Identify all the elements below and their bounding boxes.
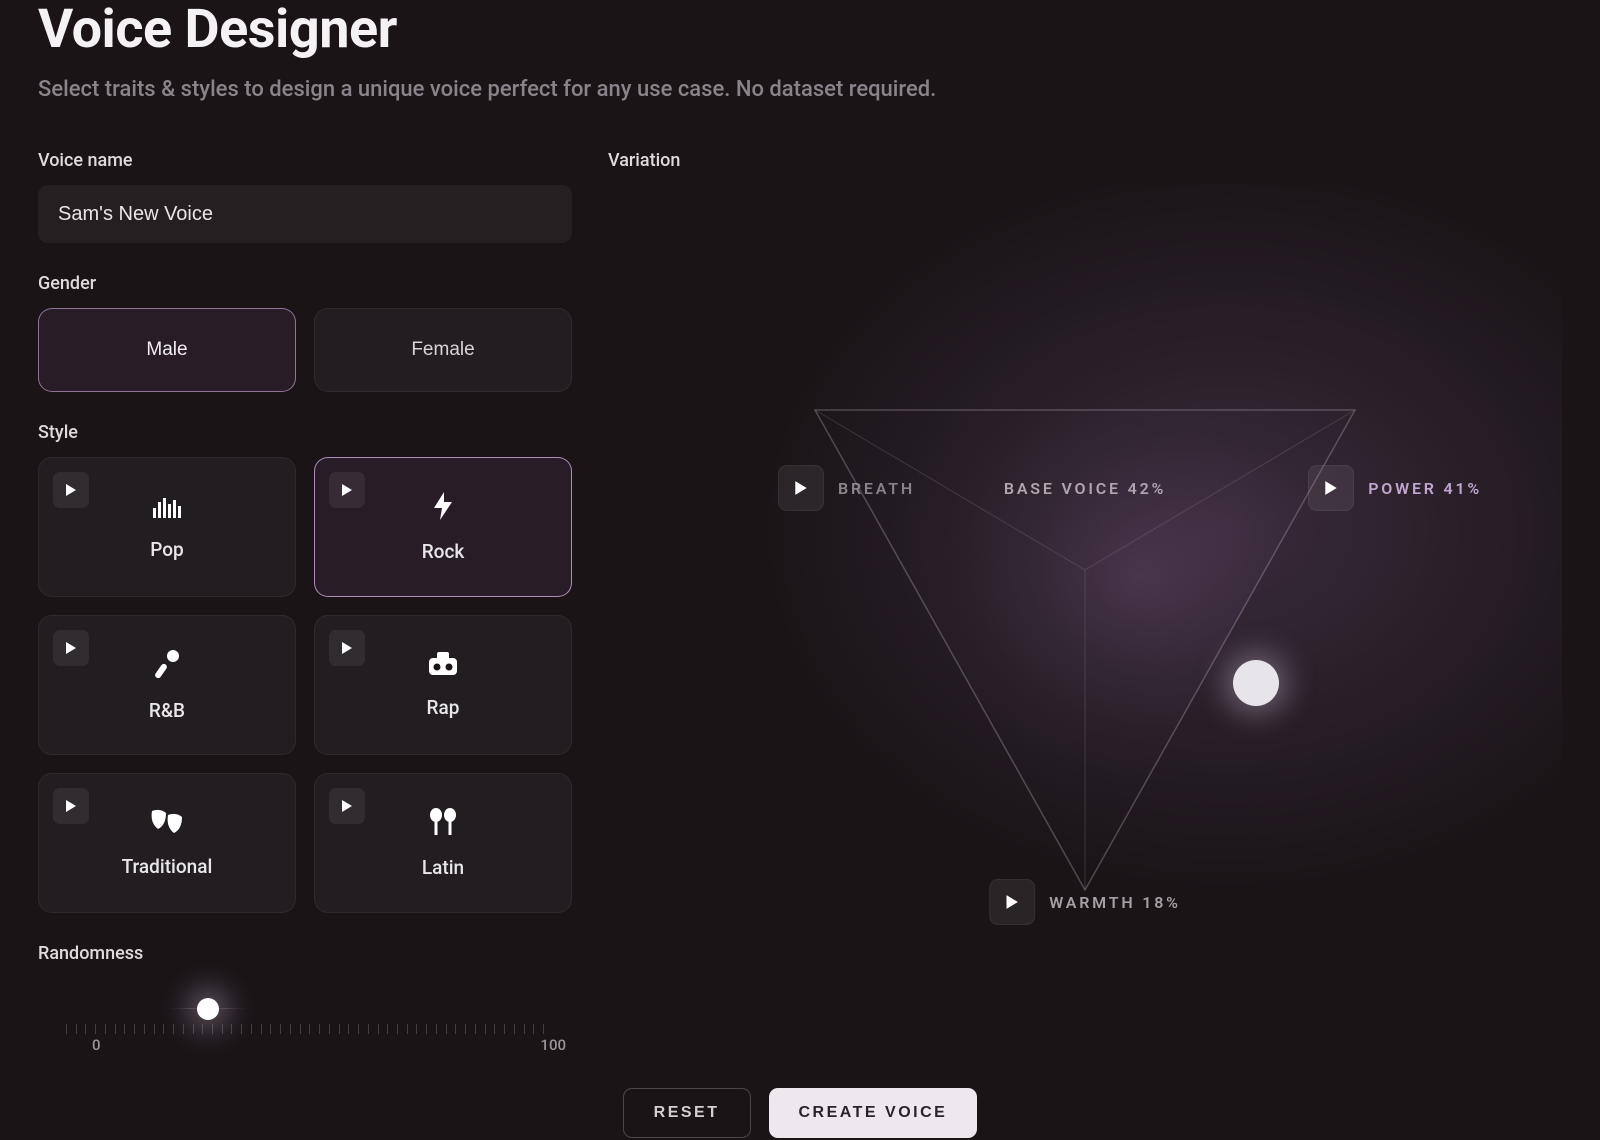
style-label-traditional: Traditional (122, 855, 213, 878)
play-preview-rnb[interactable] (53, 630, 89, 666)
equalizer-icon (153, 494, 181, 518)
randomness-max: 100 (540, 1036, 566, 1054)
play-icon (341, 483, 353, 497)
create-voice-button[interactable]: CREATE VOICE (769, 1088, 978, 1138)
style-label-latin: Latin (422, 856, 464, 879)
play-icon (341, 641, 353, 655)
play-icon (65, 799, 77, 813)
play-icon (1005, 894, 1019, 910)
page-title: Voice Designer (38, 0, 1562, 59)
voice-name-input[interactable] (38, 185, 572, 243)
style-card-pop[interactable]: Pop (38, 457, 296, 597)
style-card-rnb[interactable]: R&B (38, 615, 296, 755)
play-preview-latin[interactable] (329, 788, 365, 824)
masks-icon (150, 809, 184, 835)
mic-icon (154, 649, 180, 679)
page-subtitle: Select traits & styles to design a uniqu… (38, 77, 1562, 102)
gender-label: Gender (38, 273, 572, 294)
style-card-rock[interactable]: Rock (314, 457, 572, 597)
style-card-rap[interactable]: Rap (314, 615, 572, 755)
style-label: Style (38, 422, 572, 443)
randomness-min: 0 (92, 1036, 101, 1054)
play-icon (341, 799, 353, 813)
bolt-icon (432, 492, 454, 520)
style-label-rnb: R&B (149, 699, 185, 722)
style-label-pop: Pop (150, 538, 183, 561)
play-icon (65, 483, 77, 497)
gender-option-female[interactable]: Female (314, 308, 572, 392)
randomness-slider[interactable]: 0 100 (38, 978, 572, 1048)
variation-panel: BREATH BASE VOICE 42% POWER 41% (608, 185, 1562, 1045)
style-label-rock: Rock (422, 540, 465, 563)
play-icon (65, 641, 77, 655)
randomness-thumb[interactable] (197, 998, 219, 1020)
style-card-traditional[interactable]: Traditional (38, 773, 296, 913)
play-warmth[interactable] (989, 879, 1035, 925)
style-card-latin[interactable]: Latin (314, 773, 572, 913)
play-preview-pop[interactable] (53, 472, 89, 508)
variation-label: Variation (608, 150, 1562, 171)
play-preview-traditional[interactable] (53, 788, 89, 824)
variation-triangle[interactable] (795, 390, 1375, 910)
voice-name-label: Voice name (38, 150, 572, 171)
variation-warmth-text: WARMTH 18% (1049, 893, 1181, 912)
reset-button[interactable]: RESET (623, 1088, 751, 1138)
style-label-rap: Rap (427, 696, 460, 719)
gender-option-male[interactable]: Male (38, 308, 296, 392)
variation-warmth: WARMTH 18% (989, 879, 1181, 925)
play-preview-rock[interactable] (329, 472, 365, 508)
boombox-icon (428, 652, 458, 676)
variation-power-text: POWER 41% (1368, 479, 1482, 498)
maracas-icon (427, 808, 459, 836)
randomness-label: Randomness (38, 943, 572, 964)
play-preview-rap[interactable] (329, 630, 365, 666)
